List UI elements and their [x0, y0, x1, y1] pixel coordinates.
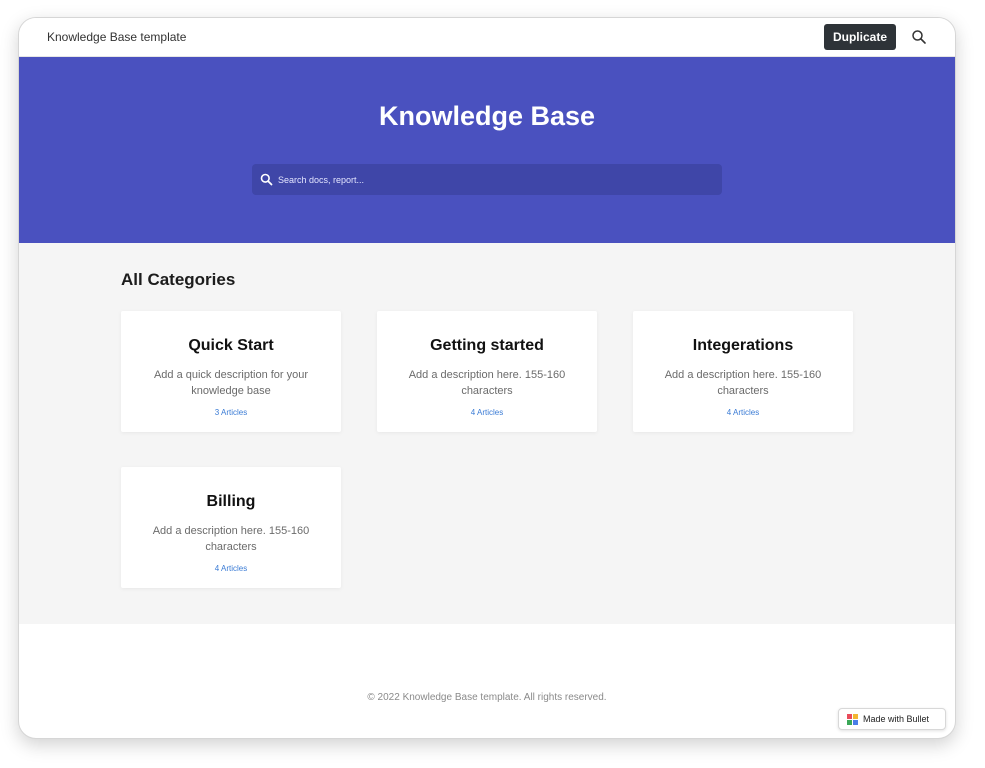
- search-icon[interactable]: [911, 29, 927, 45]
- categories-section: All Categories Quick Start Add a quick d…: [19, 243, 955, 624]
- card-title: Quick Start: [188, 337, 274, 354]
- bullet-logo-icon: [847, 713, 858, 725]
- card-description: Add a description here. 155-160 characte…: [664, 369, 822, 397]
- browser-frame: Knowledge Base template Duplicate Knowle…: [18, 17, 956, 739]
- made-with-bullet-badge[interactable]: Made with Bullet: [838, 708, 946, 730]
- card-articles-link[interactable]: 4 Articles: [377, 408, 597, 417]
- top-navbar: Knowledge Base template Duplicate: [19, 18, 955, 57]
- card-articles-link[interactable]: 3 Articles: [121, 408, 341, 417]
- card-articles-link[interactable]: 4 Articles: [121, 564, 341, 573]
- hero-search-bar[interactable]: [252, 164, 722, 195]
- footer-copyright: © 2022 Knowledge Base template. All righ…: [367, 692, 607, 703]
- hero-title: Knowledge Base: [378, 101, 596, 131]
- hero-banner: Knowledge Base: [19, 57, 955, 243]
- duplicate-button[interactable]: Duplicate: [824, 24, 896, 50]
- section-title: All Categories: [121, 270, 236, 289]
- site-title[interactable]: Knowledge Base template: [47, 30, 186, 44]
- card-description: Add a quick description for your knowled…: [153, 369, 309, 397]
- search-input[interactable]: [278, 164, 708, 195]
- card-description: Add a description here. 155-160 characte…: [408, 369, 566, 397]
- card-title: Getting started: [430, 337, 544, 354]
- search-icon: [260, 173, 273, 186]
- card-description: Add a description here. 155-160 characte…: [152, 525, 310, 553]
- badge-label: Made with Bullet: [863, 714, 930, 724]
- category-card-billing[interactable]: Billing Add a description here. 155-160 …: [121, 467, 341, 588]
- category-card-quick-start[interactable]: Quick Start Add a quick description for …: [121, 311, 341, 432]
- card-title: Integerations: [692, 337, 794, 354]
- card-title: Billing: [206, 493, 256, 510]
- card-articles-link[interactable]: 4 Articles: [633, 408, 853, 417]
- category-card-getting-started[interactable]: Getting started Add a description here. …: [377, 311, 597, 432]
- category-card-integerations[interactable]: Integerations Add a description here. 15…: [633, 311, 853, 432]
